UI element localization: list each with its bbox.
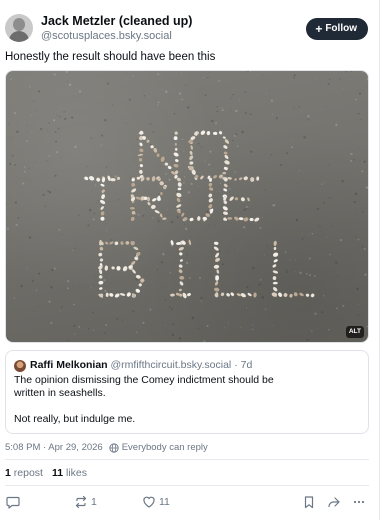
avatar-head [13,18,25,31]
share-icon [328,497,340,508]
quoted-post-meta: Raffi Melkonian @rmfifthcircuit.bsky.soc… [30,359,252,372]
more-icon [353,500,365,504]
reply-button[interactable] [6,494,20,510]
author-avatar[interactable] [5,14,33,42]
globe-icon [109,443,119,453]
bookmark-icon [304,496,314,509]
reply-permission-label: Everybody can reply [121,442,208,453]
repost-count: 1 [91,496,97,508]
alt-text-badge[interactable]: ALT [345,326,364,338]
engagement-stats: 1 repost 11 likes [5,467,87,480]
quoted-post-text: The opinion dismissing the Comey indictm… [14,374,359,426]
heart-icon [143,496,155,508]
post-timestamp[interactable]: 5:08 PM · Apr 29, 2026 [5,442,103,454]
reply-permission[interactable]: Everybody can reply [109,442,208,454]
quoted-author-name: Raffi Melkonian [30,359,108,371]
post-header: Jack Metzler (cleaned up) @scotusplaces.… [5,12,373,44]
bookmark-button[interactable] [302,494,316,510]
post-actions: 1 11 [0,492,380,512]
repost-button[interactable]: 1 [74,494,97,510]
more-options-button[interactable] [352,494,366,510]
like-count: 11 [159,496,170,508]
quoted-text-line: The opinion dismissing the Comey indictm… [14,374,274,386]
follow-button[interactable]: + Follow [306,18,368,40]
quoted-text-line: written in seashells. [14,387,106,399]
post-thread-view: Jack Metzler (cleaned up) @scotusplaces.… [0,0,380,520]
quoted-text-line: Not really, but indulge me. [14,413,136,425]
avatar-body [9,31,29,42]
post-image[interactable]: ALT [5,70,369,343]
post-meta-row: 5:08 PM · Apr 29, 2026 Everybody can rep… [5,442,208,454]
plus-icon: + [315,22,323,36]
author-display-name[interactable]: Jack Metzler (cleaned up) [41,14,192,29]
likes-stat[interactable]: 11 likes [52,467,87,479]
seashell-letters [6,71,368,342]
quoted-author-avatar [14,360,26,372]
repost-icon [75,495,87,509]
reply-icon [6,496,20,509]
quoted-post[interactable]: Raffi Melkonian @rmfifthcircuit.bsky.soc… [5,350,369,434]
author-names: Jack Metzler (cleaned up) @scotusplaces.… [41,14,192,43]
reposts-stat[interactable]: 1 repost [5,467,43,479]
divider [5,485,369,486]
quoted-age: 7d [240,359,253,371]
shell-word [137,130,230,181]
quoted-separator: · [234,359,238,371]
quoted-author-handle: @rmfifthcircuit.bsky.social [110,359,232,371]
author-handle[interactable]: @scotusplaces.bsky.social [41,29,192,43]
share-button[interactable] [327,494,341,510]
follow-label: Follow [325,23,357,34]
divider [5,459,369,460]
post-text: Honestly the result should have been thi… [5,51,216,63]
like-button[interactable]: 11 [142,494,170,510]
shell-word [84,175,260,222]
shell-word [98,239,315,299]
